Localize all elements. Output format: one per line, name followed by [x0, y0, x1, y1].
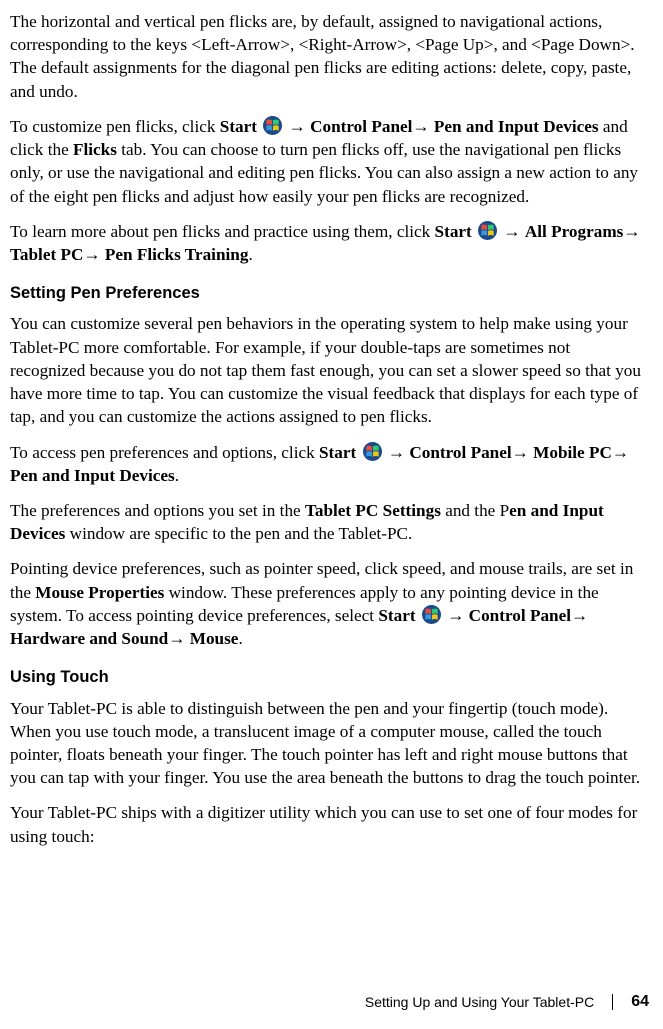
period: .	[238, 629, 242, 648]
pen-flicks-training-label: Pen Flicks Training	[105, 245, 249, 264]
paragraph-learn-flicks: To learn more about pen flicks and pract…	[10, 220, 649, 266]
start-label: Start	[435, 222, 472, 241]
arrow: →	[83, 245, 104, 264]
control-panel-label: Control Panel	[409, 443, 511, 462]
arrow: →	[499, 222, 525, 241]
footer-title: Setting Up and Using Your Tablet-PC	[365, 993, 594, 1012]
arrow: →	[384, 443, 410, 462]
arrow: →	[284, 117, 310, 136]
mouse-label: Mouse	[190, 629, 239, 648]
flicks-tab-label: Flicks	[73, 140, 117, 159]
arrow: →	[512, 443, 533, 462]
all-programs-label: All Programs	[525, 222, 624, 241]
start-label: Start	[319, 443, 356, 462]
body-text: The horizontal and vertical pen flicks a…	[10, 12, 635, 101]
period: .	[175, 466, 179, 485]
body-text: Your Tablet-PC ships with a digitizer ut…	[10, 803, 637, 845]
arrow: →	[571, 606, 588, 625]
body-text: To learn more about pen flicks and pract…	[10, 222, 435, 241]
pen-input-devices-label: Pen and Input Devices	[434, 117, 599, 136]
mouse-properties-label: Mouse Properties	[35, 583, 164, 602]
paragraph-pointing-device-prefs: Pointing device preferences, such as poi…	[10, 557, 649, 650]
footer-separator	[612, 994, 613, 1010]
hardware-sound-label: Hardware and Sound	[10, 629, 168, 648]
arrow: →	[168, 629, 189, 648]
body-text: To access pen preferences and options, c…	[10, 443, 319, 462]
heading-using-touch: Using Touch	[10, 666, 649, 688]
control-panel-label: Control Panel	[469, 606, 571, 625]
body-text: and the P	[441, 501, 509, 520]
windows-logo-icon	[363, 442, 382, 461]
tablet-pc-label: Tablet PC	[10, 245, 83, 264]
tablet-pc-settings-label: Tablet PC Settings	[305, 501, 441, 520]
paragraph-touch-mode: Your Tablet-PC is able to distinguish be…	[10, 697, 649, 790]
arrow: →	[443, 606, 469, 625]
heading-setting-pen-preferences: Setting Pen Preferences	[10, 282, 649, 304]
body-text: The preferences and options you set in t…	[10, 501, 305, 520]
paragraph-navigation-assignments: The horizontal and vertical pen flicks a…	[10, 10, 649, 103]
start-label: Start	[220, 117, 257, 136]
windows-logo-icon	[478, 221, 497, 240]
pen-input-devices-label: Pen and Input Devices	[10, 466, 175, 485]
page-footer: Setting Up and Using Your Tablet-PC 64	[365, 991, 649, 1013]
body-text: window are specific to the pen and the T…	[65, 524, 412, 543]
windows-logo-icon	[263, 116, 282, 135]
arrow: →	[623, 222, 640, 241]
arrow: →	[612, 443, 629, 462]
windows-logo-icon	[422, 605, 441, 624]
paragraph-tablet-pc-settings: The preferences and options you set in t…	[10, 499, 649, 545]
body-text: You can customize several pen behaviors …	[10, 314, 641, 426]
mobile-pc-label: Mobile PC	[533, 443, 612, 462]
paragraph-digitizer-utility: Your Tablet-PC ships with a digitizer ut…	[10, 801, 649, 847]
body-text: To customize pen flicks, click	[10, 117, 220, 136]
start-label: Start	[378, 606, 415, 625]
page-number: 64	[631, 991, 649, 1013]
control-panel-label: Control Panel	[310, 117, 412, 136]
paragraph-access-pen-prefs: To access pen preferences and options, c…	[10, 441, 649, 487]
arrow: →	[412, 117, 433, 136]
period: .	[248, 245, 252, 264]
paragraph-pen-behaviors: You can customize several pen behaviors …	[10, 312, 649, 428]
paragraph-customize-flicks: To customize pen flicks, click Start → C…	[10, 115, 649, 208]
body-text: Your Tablet-PC is able to distinguish be…	[10, 699, 640, 788]
